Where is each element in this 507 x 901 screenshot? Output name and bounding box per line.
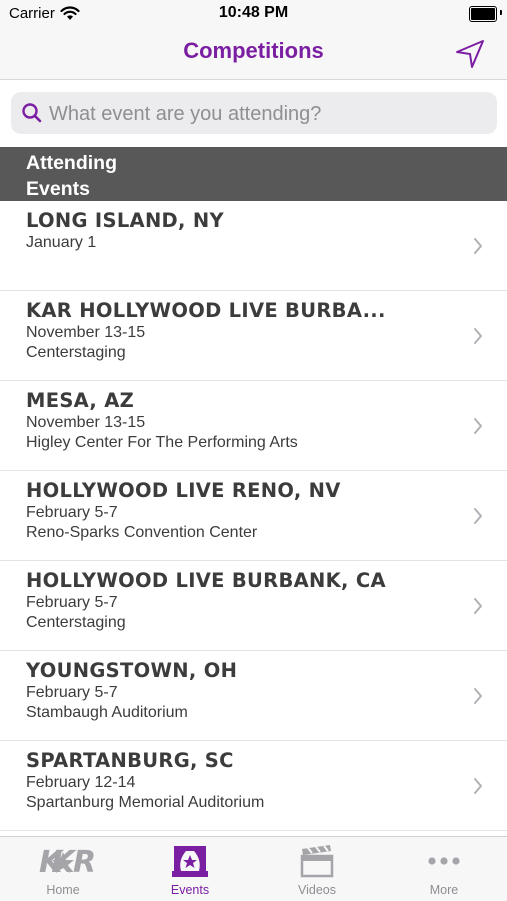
tab-label: Videos <box>298 883 336 897</box>
location-arrow-icon <box>456 40 484 68</box>
clapperboard-icon <box>254 843 380 879</box>
more-dots-icon <box>381 843 507 879</box>
event-venue: Centerstaging <box>26 614 126 631</box>
event-row[interactable]: HOLLYWOOD LIVE RENO, NV February 5-7 Ren… <box>0 471 507 561</box>
event-row[interactable]: YOUNGSTOWN, OH February 5-7 Stambaugh Au… <box>0 651 507 741</box>
tab-events[interactable]: Events <box>127 837 253 901</box>
stage-icon <box>127 843 253 879</box>
event-dates: February 5-7 <box>26 504 118 521</box>
navigation-bar: Competitions <box>0 28 507 80</box>
event-title: SPARTANBURG, SC <box>26 749 234 772</box>
battery-icon <box>469 6 497 22</box>
section-header-label: Attending Events <box>26 152 117 200</box>
event-row[interactable]: LONG ISLAND, NY January 1 <box>0 201 507 291</box>
chevron-right-icon <box>474 778 482 794</box>
search-input[interactable] <box>47 92 491 136</box>
chevron-right-icon <box>474 688 482 704</box>
event-title: YOUNGSTOWN, OH <box>26 659 238 682</box>
tab-bar: K K R Home Events <box>0 836 507 901</box>
event-dates: November 13-15 <box>26 414 146 431</box>
search-area <box>0 80 507 147</box>
tab-label: Home <box>46 883 80 897</box>
event-venue: Spartanburg Memorial Auditorium <box>26 794 265 811</box>
chevron-right-icon <box>474 238 482 254</box>
event-venue: Reno-Sparks Convention Center <box>26 524 258 541</box>
event-row[interactable]: SPARTANBURG, SC February 12-14 Spartanbu… <box>0 741 507 831</box>
chevron-right-icon <box>474 328 482 344</box>
event-row[interactable]: KAR HOLLYWOOD LIVE BURBA... November 13-… <box>0 291 507 381</box>
event-list: LONG ISLAND, NY January 1 KAR HOLLYWOOD … <box>0 201 507 831</box>
battery-tip <box>500 10 502 15</box>
event-title: HOLLYWOOD LIVE BURBANK, CA <box>26 569 386 592</box>
kar-logo-icon: K K R <box>0 843 126 879</box>
event-row[interactable]: MESA, AZ November 13-15 Higley Center Fo… <box>0 381 507 471</box>
tab-videos[interactable]: Videos <box>254 837 380 901</box>
event-dates: February 5-7 <box>26 594 118 611</box>
event-row[interactable]: HOLLYWOOD LIVE BURBANK, CA February 5-7 … <box>0 561 507 651</box>
status-time: 10:48 PM <box>218 4 289 21</box>
tab-home[interactable]: K K R Home <box>0 837 126 901</box>
event-title: HOLLYWOOD LIVE RENO, NV <box>26 479 341 502</box>
event-venue: Stambaugh Auditorium <box>26 704 188 721</box>
event-title: KAR HOLLYWOOD LIVE BURBA... <box>26 299 386 322</box>
location-button[interactable] <box>453 37 487 71</box>
event-venue: Centerstaging <box>26 344 126 361</box>
event-dates: January 1 <box>26 234 97 251</box>
search-box[interactable] <box>11 92 497 136</box>
event-title: LONG ISLAND, NY <box>26 209 224 232</box>
svg-text:R: R <box>73 845 95 878</box>
chevron-right-icon <box>474 418 482 434</box>
event-dates: February 5-7 <box>26 684 118 701</box>
event-dates: February 12-14 <box>26 774 136 791</box>
status-bar: Carrier 10:48 PM <box>0 0 507 28</box>
tab-label: Events <box>170 883 210 897</box>
chevron-right-icon <box>474 598 482 614</box>
section-header: Attending Events <box>0 147 507 201</box>
event-title: MESA, AZ <box>26 389 135 412</box>
tab-more[interactable]: More <box>381 837 507 901</box>
page-title: Competitions <box>183 38 324 63</box>
chevron-right-icon <box>474 508 482 524</box>
event-venue: Higley Center For The Performing Arts <box>26 434 298 451</box>
search-icon <box>22 103 42 123</box>
event-dates: November 13-15 <box>26 324 146 341</box>
tab-label: More <box>429 883 459 897</box>
